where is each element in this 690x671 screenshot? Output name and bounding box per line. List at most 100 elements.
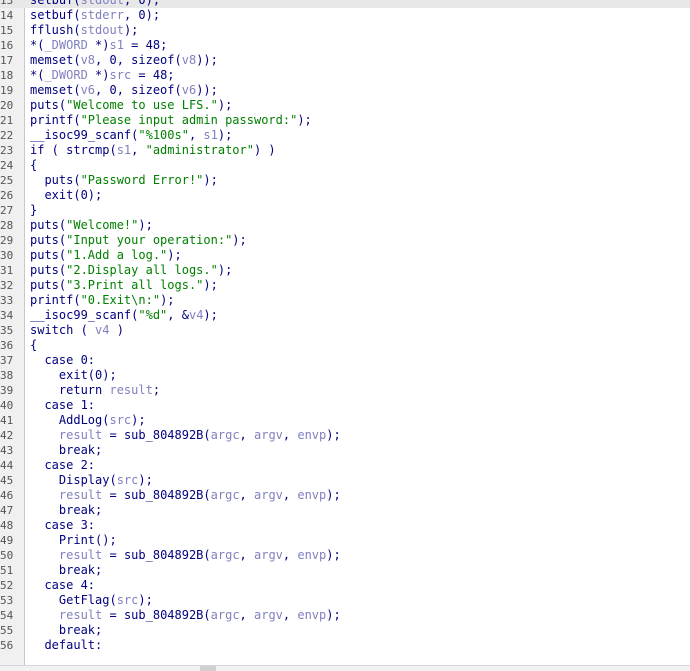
code-text[interactable]: Display(src); [30,473,153,488]
code-line[interactable]: 34 __isoc99_scanf("%d", &v4); [0,308,690,323]
identifier[interactable]: s1 [117,143,131,157]
identifier[interactable]: v6 [81,83,95,97]
code-line[interactable]: 43 break; [0,443,690,458]
code-text[interactable]: { [30,338,37,353]
code-line[interactable]: 35 switch ( v4 ) [0,323,690,338]
code-text[interactable]: printf("0.Exit\n:"); [30,293,175,308]
code-text[interactable]: if ( strcmp(s1, "administrator") ) [30,143,276,158]
code-text[interactable]: case 1: [30,398,95,413]
code-text[interactable]: puts("Password Error!"); [30,173,217,188]
identifier[interactable]: argc [211,428,240,442]
code-text[interactable]: exit(0); [30,188,102,203]
identifier[interactable]: v8 [182,53,196,67]
code-line[interactable]: 55 break; [0,623,690,638]
identifier[interactable]: argc [211,488,240,502]
code-line[interactable]: 33 printf("0.Exit\n:"); [0,293,690,308]
code-text[interactable]: puts("Welcome to use LFS."); [30,98,232,113]
code-text[interactable]: result = sub_804892B(argc, argv, envp); [30,608,341,623]
code-text[interactable]: case 3: [30,518,95,533]
identifier[interactable]: v4 [95,323,109,337]
code-line[interactable]: 26 exit(0); [0,188,690,203]
code-text[interactable]: exit(0); [30,368,117,383]
code-line[interactable]: 13 setbuf(stdout, 0); [0,0,690,8]
code-text[interactable]: { [30,158,37,173]
code-text[interactable]: fflush(stdout); [30,23,138,38]
pseudocode-view[interactable]: 13 setbuf(stdout, 0); 14 setbuf(stderr, 0);… [0,0,690,671]
code-line[interactable]: 16 *(_DWORD *)s1 = 48; [0,38,690,53]
identifier[interactable]: _DWORD [44,38,87,52]
code-text[interactable]: case 0: [30,353,95,368]
code-line[interactable]: 44 case 2: [0,458,690,473]
code-line[interactable]: 53 GetFlag(src); [0,593,690,608]
code-line[interactable]: 24 { [0,158,690,173]
code-text[interactable]: printf("Please input admin password:"); [30,113,312,128]
identifier[interactable]: result [109,383,152,397]
identifier[interactable]: src [109,413,131,427]
identifier[interactable]: argv [254,428,283,442]
identifier[interactable]: stderr [81,8,124,22]
code-line[interactable]: 56 default: [0,638,690,653]
identifier[interactable]: _DWORD [44,68,87,82]
code-text[interactable]: case 2: [30,458,95,473]
code-line[interactable]: 47 break; [0,503,690,518]
code-text[interactable]: puts("3.Print all logs."); [30,278,218,293]
identifier[interactable]: envp [297,488,326,502]
code-text[interactable]: setbuf(stdout, 0); [30,0,160,8]
code-text[interactable]: puts("1.Add a log."); [30,248,182,263]
code-text[interactable]: __isoc99_scanf("%d", &v4); [30,308,218,323]
code-text[interactable]: puts("2.Display all logs."); [30,263,232,278]
identifier[interactable]: argv [254,548,283,562]
code-text[interactable]: return result; [30,383,160,398]
identifier[interactable]: v8 [81,53,95,67]
code-text[interactable]: result = sub_804892B(argc, argv, envp); [30,548,341,563]
identifier[interactable]: s1 [203,128,217,142]
identifier[interactable]: argc [211,548,240,562]
identifier[interactable]: result [59,488,102,502]
code-line[interactable]: 31 puts("2.Display all logs."); [0,263,690,278]
code-text[interactable]: break; [30,623,102,638]
identifier[interactable]: src [117,473,139,487]
code-line[interactable]: 36 { [0,338,690,353]
code-line[interactable]: 17 memset(v8, 0, sizeof(v8)); [0,53,690,68]
code-line[interactable]: 32 puts("3.Print all logs."); [0,278,690,293]
code-text[interactable]: break; [30,503,102,518]
code-line[interactable]: 14 setbuf(stderr, 0); [0,8,690,23]
identifier[interactable]: s1 [110,38,124,52]
code-text[interactable]: setbuf(stderr, 0); [30,8,160,23]
identifier[interactable]: stdout [81,0,124,7]
identifier[interactable]: result [59,428,102,442]
code-line[interactable]: 45 Display(src); [0,473,690,488]
code-text[interactable]: default: [30,638,102,653]
code-text[interactable]: switch ( v4 ) [30,323,124,338]
identifier[interactable]: result [59,548,102,562]
identifier[interactable]: src [117,593,139,607]
code-text[interactable]: memset(v6, 0, sizeof(v6)); [30,83,218,98]
code-line[interactable]: 22 __isoc99_scanf("%100s", s1); [0,128,690,143]
code-line[interactable]: 46 result = sub_804892B(argc, argv, envp… [0,488,690,503]
code-text[interactable]: break; [30,443,102,458]
code-line[interactable]: 18 *(_DWORD *)src = 48; [0,68,690,83]
code-line[interactable]: 37 case 0: [0,353,690,368]
identifier[interactable]: stdout [81,23,124,37]
code-line[interactable]: 54 result = sub_804892B(argc, argv, envp… [0,608,690,623]
code-text[interactable]: break; [30,563,102,578]
code-text[interactable]: puts("Input your operation:"); [30,233,247,248]
code-line[interactable]: 51 break; [0,563,690,578]
identifier[interactable]: envp [297,548,326,562]
code-line[interactable]: 20 puts("Welcome to use LFS."); [0,98,690,113]
code-line[interactable]: 25 puts("Password Error!"); [0,173,690,188]
code-text[interactable]: Print(); [30,533,117,548]
code-text[interactable]: } [30,203,37,218]
identifier[interactable]: v6 [182,83,196,97]
code-line[interactable]: 38 exit(0); [0,368,690,383]
identifier[interactable]: src [110,68,132,82]
code-line[interactable]: 39 return result; [0,383,690,398]
scrollbar-thumb[interactable] [200,666,216,671]
identifier[interactable]: envp [297,428,326,442]
code-text[interactable]: *(_DWORD *)src = 48; [30,68,175,83]
code-line[interactable]: 28 puts("Welcome!"); [0,218,690,233]
code-text[interactable]: __isoc99_scanf("%100s", s1); [30,128,232,143]
code-line[interactable]: 49 Print(); [0,533,690,548]
code-line[interactable]: 29 puts("Input your operation:"); [0,233,690,248]
code-line[interactable]: 48 case 3: [0,518,690,533]
